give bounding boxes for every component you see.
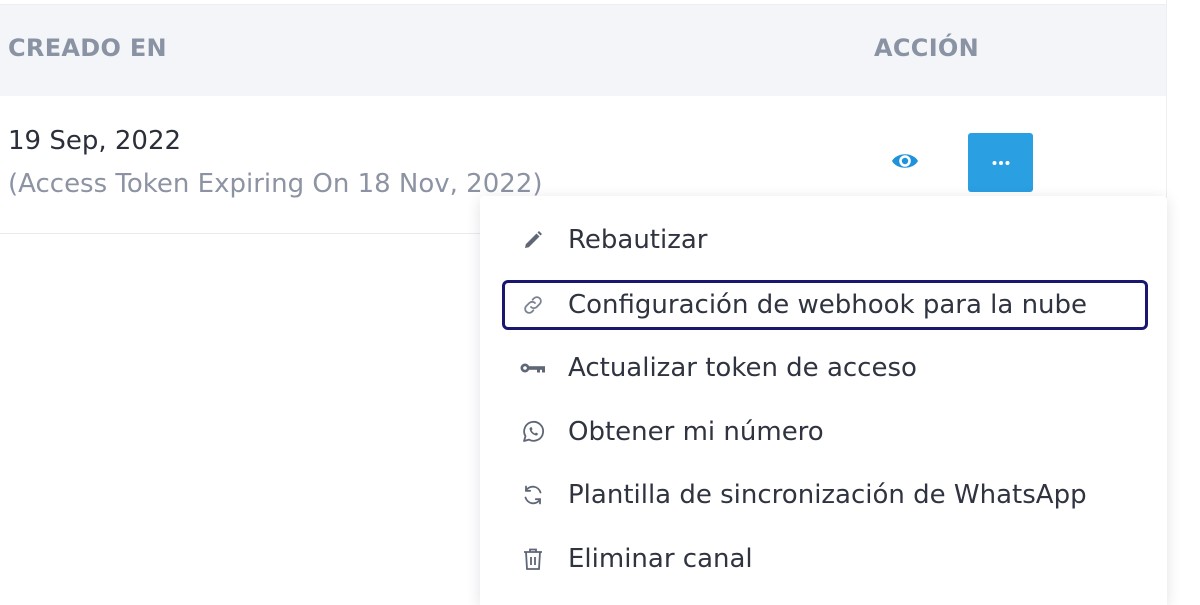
- trash-icon: [518, 544, 548, 574]
- menu-item-label: Configuración de webhook para la nube: [568, 290, 1088, 320]
- menu-item-label: Obtener mi número: [568, 417, 824, 447]
- menu-item-rename[interactable]: Rebautizar: [502, 215, 1148, 265]
- menu-item-label: Eliminar canal: [568, 544, 753, 574]
- menu-item-label: Plantilla de sincronización de WhatsApp: [568, 480, 1087, 510]
- page-gutter: [1167, 0, 1200, 605]
- menu-item-get-number[interactable]: Obtener mi número: [502, 407, 1148, 457]
- created-date: 19 Sep, 2022: [8, 126, 182, 156]
- eye-icon[interactable]: [890, 148, 920, 174]
- menu-item-delete-channel[interactable]: Eliminar canal: [502, 534, 1148, 584]
- more-actions-button[interactable]: [968, 133, 1033, 192]
- menu-item-label: Rebautizar: [568, 225, 708, 255]
- menu-item-update-token[interactable]: Actualizar token de acceso: [502, 343, 1148, 393]
- key-icon: [518, 353, 548, 383]
- pencil-icon: [518, 225, 548, 255]
- column-header-created: CREADO EN: [8, 34, 167, 62]
- more-horizontal-icon: [992, 160, 1009, 165]
- whatsapp-icon: [518, 417, 548, 447]
- menu-item-sync-template[interactable]: Plantilla de sincronización de WhatsApp: [502, 470, 1148, 520]
- actions-dropdown-menu: Rebautizar Configuración de webhook para…: [480, 196, 1167, 605]
- column-header-action: ACCIÓN: [874, 34, 980, 62]
- sync-icon: [518, 480, 548, 510]
- link-icon: [518, 290, 548, 320]
- table-header: CREADO EN ACCIÓN: [0, 4, 1166, 97]
- token-expiry-text: (Access Token Expiring On 18 Nov, 2022): [8, 169, 543, 199]
- menu-item-label: Actualizar token de acceso: [568, 353, 917, 383]
- menu-item-webhook-config[interactable]: Configuración de webhook para la nube: [502, 280, 1148, 330]
